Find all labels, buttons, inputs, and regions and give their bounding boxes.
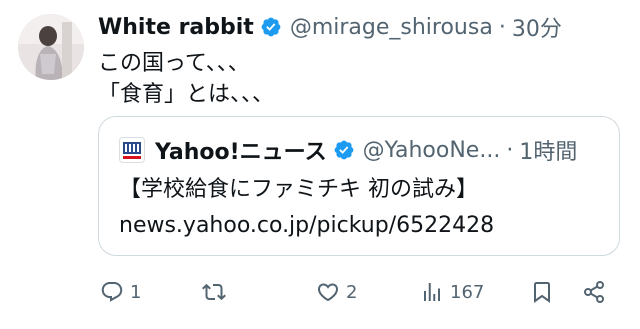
views-button[interactable]: 167 [420, 274, 484, 310]
verified-badge-icon [333, 139, 355, 161]
post-text: この国って、、、 「食育」とは、、、 [98, 48, 274, 110]
bookmark-button[interactable] [530, 274, 554, 310]
bookmark-icon [530, 280, 554, 304]
separator-dot: · [506, 137, 514, 163]
post-line: 「食育」とは、、、 [98, 82, 275, 107]
share-button[interactable] [582, 274, 606, 310]
quoted-post[interactable]: Yahoo!ニュース @YahooNe... · 1時間 【学校給食にファミチキ… [98, 116, 620, 256]
quote-time[interactable]: 1時間 [519, 134, 577, 166]
quote-display-name[interactable]: Yahoo!ニュース [155, 134, 327, 166]
quote-title: 【学校給食にファミチキ 初の試み】 [119, 177, 478, 202]
heart-icon [316, 280, 340, 304]
quote-header: Yahoo!ニュース @YahooNe... · 1時間 [119, 133, 577, 167]
repost-icon [202, 280, 226, 304]
post-line: この国って、、、 [98, 51, 250, 76]
display-name[interactable]: White rabbit [98, 15, 254, 40]
quote-link[interactable]: news.yahoo.co.jp/pickup/6522428 [119, 211, 494, 241]
tweet[interactable]: White rabbit @mirage_shirousa · 30分 この国っ… [0, 0, 640, 329]
like-button[interactable]: 2 [316, 274, 357, 310]
reply-count: 1 [130, 281, 142, 303]
repost-button[interactable] [202, 274, 232, 310]
tweet-header: White rabbit @mirage_shirousa · 30分 [98, 10, 562, 44]
like-count: 2 [346, 281, 358, 303]
views-count: 167 [450, 281, 485, 303]
action-bar: 1 2 167 [98, 274, 620, 310]
reply-button[interactable]: 1 [100, 274, 141, 310]
avatar[interactable] [18, 14, 84, 80]
verified-badge-icon [260, 16, 282, 38]
share-icon [582, 280, 606, 304]
post-time[interactable]: 30分 [512, 11, 562, 43]
author-handle[interactable]: @mirage_shirousa [290, 15, 493, 40]
views-icon [420, 280, 444, 304]
quote-handle[interactable]: @YahooNe... [363, 138, 501, 163]
reply-icon [100, 280, 124, 304]
separator-dot: · [498, 14, 506, 40]
yahoo-news-logo-icon [119, 137, 145, 163]
avatar-image [18, 14, 84, 80]
